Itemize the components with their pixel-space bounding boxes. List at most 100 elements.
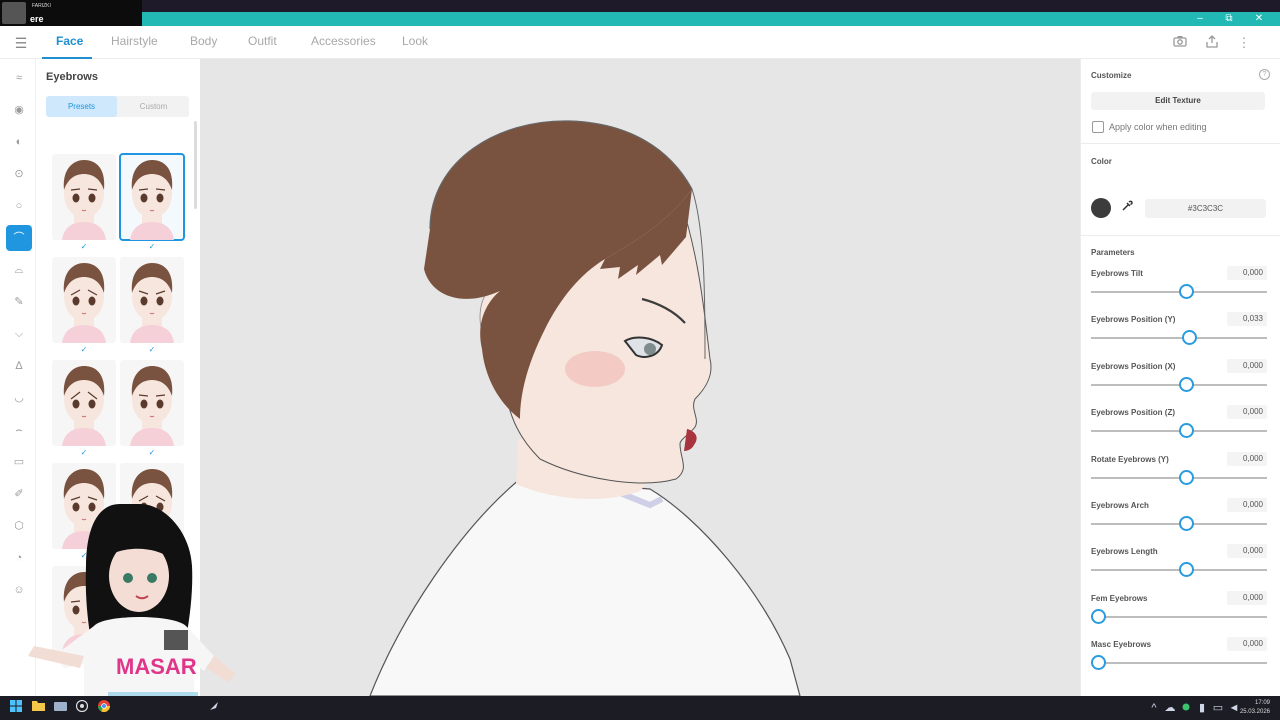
eye-icon[interactable]: ◉: [6, 97, 32, 123]
top-navigation: ☰ Face Hairstyle Body Outfit Accessories…: [0, 26, 1280, 59]
shield-icon[interactable]: [1178, 700, 1194, 716]
presets-segment-button[interactable]: Presets: [46, 96, 117, 117]
tab-outfit[interactable]: Outfit: [248, 34, 277, 48]
parameters-section-title: Parameters: [1091, 248, 1135, 257]
parameter-value-field[interactable]: 0,000: [1227, 451, 1267, 466]
eyelid-icon[interactable]: ⊙: [6, 161, 32, 187]
tab-hairstyle[interactable]: Hairstyle: [111, 34, 158, 48]
window-titlebar: – ⧉ ✕: [0, 12, 1280, 26]
parameter-slider-row: Rotate Eyebrows (Y) 0,000: [1091, 451, 1267, 495]
iris-icon[interactable]: ◐: [6, 129, 32, 155]
vtuber-overlay: MASAR: [28, 504, 236, 720]
eyelash-icon[interactable]: ⌓: [6, 257, 32, 283]
parameter-label: Eyebrows Tilt: [1091, 269, 1143, 278]
eyebrow-preset-item[interactable]: [120, 257, 184, 343]
streamer-name: FARIZKI: [32, 3, 51, 9]
preset-check-icon: ✓: [148, 448, 156, 457]
eyebrow-preset-item[interactable]: [120, 360, 184, 446]
windows-taskbar: ^ ☁ ▮ ▭ ◄ 17:09 25.03.2026: [0, 696, 1280, 720]
tab-look[interactable]: Look: [402, 34, 428, 48]
clock-time: 17:09: [1254, 700, 1270, 706]
tab-body[interactable]: Body: [190, 34, 217, 48]
slider-thumb[interactable]: [1179, 562, 1194, 578]
parameter-value-field[interactable]: 0,000: [1227, 358, 1267, 373]
top-strip: [0, 0, 1280, 12]
slider-track[interactable]: [1091, 662, 1267, 665]
parameter-value-field[interactable]: 0,000: [1227, 544, 1267, 559]
teeth-icon[interactable]: ▭: [6, 449, 32, 475]
stream-overlay-badge: FARIZKI ere: [0, 0, 142, 27]
slider-thumb[interactable]: [1179, 469, 1194, 485]
parameter-label: Eyebrows Length: [1091, 547, 1158, 557]
eyebrow-preset-item[interactable]: [52, 154, 116, 240]
parameter-value-field[interactable]: 0,000: [1227, 405, 1267, 420]
chrome-icon[interactable]: [96, 700, 112, 716]
3d-viewport[interactable]: [200, 59, 1080, 696]
eyelash-lower-icon[interactable]: ⌵: [6, 321, 32, 347]
restore-button[interactable]: ⧉: [1214, 12, 1244, 26]
parameter-value-field[interactable]: 0,000: [1227, 498, 1267, 512]
eyebrow-preset-item[interactable]: [52, 257, 116, 343]
slider-thumb[interactable]: [1091, 655, 1106, 671]
presets-scrollbar[interactable]: [194, 121, 197, 209]
camera-icon[interactable]: [1172, 35, 1188, 51]
system-clock[interactable]: 17:09 25.03.2026: [1240, 699, 1270, 717]
file-explorer-icon[interactable]: [52, 700, 68, 716]
windows-icon[interactable]: [8, 700, 24, 716]
network-icon[interactable]: ▭: [1210, 700, 1226, 716]
parameter-label: Eyebrows Position (X): [1091, 361, 1176, 371]
folder-icon[interactable]: [30, 700, 46, 716]
slider-thumb[interactable]: [1181, 330, 1197, 346]
eyebrow-preset-item[interactable]: [119, 153, 185, 241]
help-icon[interactable]: ?: [1259, 69, 1270, 80]
preset-mode-toggle: Presets Custom: [46, 96, 189, 117]
more-icon[interactable]: ⋮: [1236, 35, 1252, 51]
parameter-label: Fem Eyebrows: [1091, 593, 1148, 603]
slider-thumb[interactable]: [1179, 516, 1194, 531]
share-icon[interactable]: [1204, 35, 1220, 51]
chevron-up-icon[interactable]: ^: [1146, 700, 1162, 716]
tab-accessories[interactable]: Accessories: [311, 34, 376, 48]
stream-title: ere: [30, 14, 44, 24]
mouth-icon[interactable]: ◡: [6, 385, 32, 411]
slider-track[interactable]: [1091, 337, 1267, 340]
eyedropper-icon[interactable]: [1119, 200, 1135, 216]
color-hex-field[interactable]: #3C3C3C: [1145, 199, 1266, 218]
parameter-value-field[interactable]: 0,000: [1227, 637, 1267, 652]
slider-thumb[interactable]: [1179, 284, 1194, 299]
vtuber-shirt-text: MASAR: [116, 654, 197, 679]
streamer-avatar: [2, 2, 26, 24]
eyebrow-icon[interactable]: ⌒: [6, 225, 32, 251]
obs-icon[interactable]: [74, 699, 90, 716]
nose-icon[interactable]: ∆: [6, 353, 32, 379]
parameter-value-field[interactable]: 0,033: [1227, 312, 1267, 327]
eye-outline-icon[interactable]: ○: [6, 193, 32, 219]
preset-check-icon: ✓: [148, 345, 156, 354]
eyebrow-preset-item[interactable]: [52, 360, 116, 446]
parameter-value-field[interactable]: 0,000: [1227, 590, 1267, 605]
custom-segment-button[interactable]: Custom: [118, 96, 189, 117]
parameter-value-field[interactable]: 0,000: [1227, 266, 1267, 280]
face-shape-icon[interactable]: ≈: [6, 65, 32, 91]
slider-thumb[interactable]: [1179, 423, 1194, 439]
avatar-model: [369, 120, 801, 696]
slider-track[interactable]: [1091, 615, 1267, 618]
color-section-title: Color: [1091, 157, 1112, 166]
slider-thumb[interactable]: [1179, 376, 1194, 392]
apply-color-checkbox[interactable]: [1092, 121, 1104, 133]
color-swatch[interactable]: [1091, 198, 1111, 218]
edit-texture-button[interactable]: Edit Texture: [1091, 92, 1265, 110]
cloud-icon[interactable]: ☁: [1162, 700, 1178, 716]
close-button[interactable]: ✕: [1244, 12, 1274, 26]
brush-icon[interactable]: ✎: [6, 289, 32, 315]
parameter-label: Eyebrows Position (Y): [1091, 315, 1176, 325]
hamburger-menu-icon[interactable]: ☰: [12, 34, 30, 52]
parameter-slider-row: Masc Eyebrows 0,000: [1091, 637, 1267, 680]
tab-face[interactable]: Face: [56, 34, 83, 48]
minimize-button[interactable]: –: [1185, 12, 1215, 26]
apply-color-label: Apply color when editing: [1109, 122, 1207, 132]
lips-icon[interactable]: ⌢: [6, 417, 32, 443]
steam-icon[interactable]: [206, 700, 222, 716]
slider-thumb[interactable]: [1091, 608, 1106, 624]
microphone-icon[interactable]: ▮: [1194, 700, 1210, 716]
